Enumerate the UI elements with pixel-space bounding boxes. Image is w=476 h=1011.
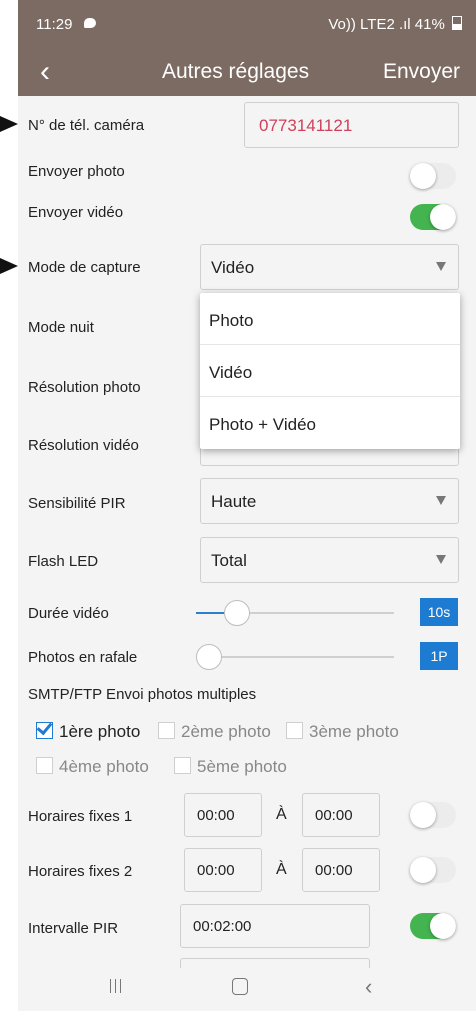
chat-icon: [84, 18, 96, 28]
fixed-schedule-1-label: Horaires fixes 1: [28, 808, 133, 825]
send-button[interactable]: Envoyer: [383, 60, 460, 84]
pir-sensitivity-select[interactable]: Haute: [200, 478, 459, 524]
status-bar: 11:29 Vo)) LTE2 .ıl 41%: [18, 0, 476, 50]
phone-label: N° de tél. caméra: [28, 117, 145, 134]
capture-mode-dropdown: Photo Vidéo Photo + Vidéo: [200, 293, 460, 449]
pir-interval-label: Intervalle PIR: [28, 920, 119, 937]
toggle-knob: [430, 204, 456, 230]
burst-value: 1P: [420, 642, 458, 670]
title-bar: ‹ Autres réglages Envoyer: [18, 50, 476, 96]
checkbox-icon: [36, 757, 53, 774]
fixed-schedule-1-toggle[interactable]: [410, 802, 456, 828]
pir-interval-toggle[interactable]: [410, 913, 456, 939]
night-mode-label: Mode nuit: [28, 319, 94, 336]
nav-back-icon[interactable]: ‹: [365, 974, 372, 1000]
toggle-knob: [430, 913, 456, 939]
pir-interval-field[interactable]: 00:02:00: [180, 904, 370, 948]
photo-checkbox-5[interactable]: 5ème photo: [174, 757, 287, 777]
dropdown-arrow-icon: [436, 496, 446, 505]
photo-checkbox-3[interactable]: 3ème photo: [286, 722, 399, 742]
dropdown-option-photo-video[interactable]: Photo + Vidéo: [200, 397, 460, 449]
flash-led-value: Total: [211, 551, 247, 570]
recents-icon[interactable]: [108, 979, 122, 993]
dropdown-arrow-icon: [436, 262, 446, 271]
system-nav-bar: ‹: [18, 968, 476, 1011]
status-time: 11:29: [36, 16, 73, 33]
fixed-schedule-1-start[interactable]: 00:00: [184, 793, 262, 837]
photo-checkbox-2[interactable]: 2ème photo: [158, 722, 271, 742]
fixed-schedule-1-end[interactable]: 00:00: [302, 793, 380, 837]
status-right-text: Vo)) LTE2 .ıl 41%: [328, 16, 445, 33]
checkbox-label: 1ère photo: [59, 722, 141, 741]
checkbox-label: 2ème photo: [181, 722, 271, 741]
smtp-section-title: SMTP/FTP Envoi photos multiples: [28, 686, 257, 703]
toggle-knob: [410, 802, 436, 828]
checkbox-icon: [286, 722, 303, 739]
slider-thumb[interactable]: [223, 600, 250, 626]
dropdown-arrow-icon: [436, 555, 446, 564]
checkbox-icon: [158, 722, 175, 739]
burst-slider[interactable]: [196, 644, 394, 670]
dropdown-option-photo[interactable]: Photo: [200, 293, 460, 345]
page-title: Autres réglages: [162, 60, 310, 83]
photo-checkbox-4[interactable]: 4ème photo: [36, 757, 149, 777]
pointer-arrow-icon: [0, 116, 18, 132]
status-indicators: Vo)) LTE2 .ıl 41%: [328, 16, 462, 33]
pointer-arrow-icon: [0, 258, 18, 274]
time-separator: À: [276, 861, 287, 878]
home-icon[interactable]: [232, 978, 248, 995]
checkbox-label: 4ème photo: [59, 757, 149, 776]
burst-label: Photos en rafale: [28, 649, 138, 666]
photo-resolution-label: Résolution photo: [28, 379, 141, 396]
checkbox-label: 3ème photo: [309, 722, 399, 741]
checkbox-icon: [174, 757, 191, 774]
fixed-schedule-2-toggle[interactable]: [410, 857, 456, 883]
send-photo-label: Envoyer photo: [28, 163, 125, 180]
battery-icon: [452, 16, 462, 30]
phone-field[interactable]: 0773141121: [244, 102, 459, 148]
send-video-toggle[interactable]: [410, 204, 456, 230]
fixed-schedule-2-end[interactable]: 00:00: [302, 848, 380, 892]
send-photo-toggle[interactable]: [410, 163, 456, 189]
fixed-schedule-2-label: Horaires fixes 2: [28, 863, 133, 880]
pir-sensitivity-label: Sensibilité PIR: [28, 495, 126, 512]
video-duration-slider[interactable]: [196, 600, 394, 626]
slider-thumb[interactable]: [196, 644, 222, 670]
toggle-knob: [410, 163, 436, 189]
toggle-knob: [410, 857, 436, 883]
video-resolution-label: Résolution vidéo: [28, 437, 139, 454]
back-button[interactable]: ‹: [40, 55, 50, 89]
capture-mode-select[interactable]: Vidéo: [200, 244, 459, 290]
send-video-label: Envoyer vidéo: [28, 204, 124, 221]
video-duration-value: 10s: [420, 598, 458, 626]
dropdown-option-video[interactable]: Vidéo: [200, 345, 460, 397]
flash-led-label: Flash LED: [28, 553, 99, 570]
photo-checkbox-1[interactable]: 1ère photo: [36, 722, 140, 742]
capture-mode-label: Mode de capture: [28, 259, 141, 276]
fixed-schedule-2-start[interactable]: 00:00: [184, 848, 262, 892]
checkbox-label: 5ème photo: [197, 757, 287, 776]
time-separator: À: [276, 806, 287, 823]
flash-led-select[interactable]: Total: [200, 537, 459, 583]
pir-sensitivity-value: Haute: [211, 492, 257, 511]
video-duration-label: Durée vidéo: [28, 605, 109, 622]
phone-screen: 11:29 Vo)) LTE2 .ıl 41% ‹ Autres réglage…: [18, 0, 476, 1011]
checkbox-icon: [36, 722, 53, 739]
capture-mode-value: Vidéo: [211, 258, 255, 277]
